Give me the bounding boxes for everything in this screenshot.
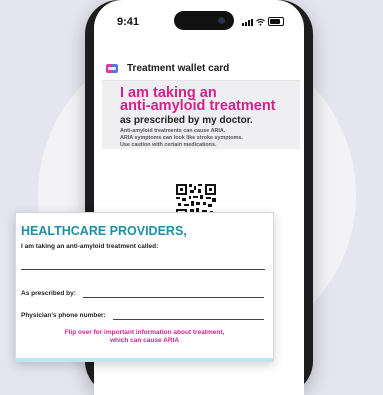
- aria-note: Anti-amyloid treatments can cause ARIA. …: [120, 128, 295, 149]
- dynamic-island: [174, 11, 234, 30]
- battery-icon: [268, 17, 284, 26]
- status-time: 9:41: [117, 16, 140, 28]
- wallet-card-title: Treatment wallet card: [127, 62, 230, 74]
- flip-notice: Flip over for important information abou…: [16, 329, 273, 345]
- prescribed-text: as prescribed by my doctor.: [120, 115, 253, 126]
- status-bar: 9:41: [94, 0, 304, 40]
- flip-notice-line-1: Flip over for important information abou…: [64, 329, 225, 336]
- wallet-card-panel: I am taking an anti-amyloid treatment as…: [102, 81, 300, 149]
- wallet-card-headline: I am taking an anti-amyloid treatment: [120, 86, 295, 114]
- headline-line-2: anti-amyloid treatment: [120, 98, 276, 114]
- provider-card-intro: I am taking an anti-amyloid treatment ca…: [21, 243, 159, 250]
- status-icons: [242, 17, 284, 26]
- note-line-3: Use caution with certain medications.: [120, 142, 217, 148]
- note-line-1: Anti-amyloid treatments can cause ARIA.: [120, 128, 226, 134]
- wifi-icon: [256, 18, 265, 26]
- prescribed-by-line: [83, 297, 264, 298]
- wallet-card-icon: [106, 63, 118, 73]
- flip-notice-line-2: which can cause ARIA: [109, 337, 180, 344]
- provider-card-title: HEALTHCARE PROVIDERS,: [21, 224, 187, 238]
- prescribed-by-label: As prescribed by:: [21, 290, 76, 297]
- camera-lens: [218, 17, 225, 24]
- phone-number-line: [113, 319, 264, 320]
- treatment-name-line: [21, 269, 265, 270]
- wallet-card-header: Treatment wallet card: [102, 56, 300, 81]
- phone-number-label: Physician’s phone number:: [21, 312, 106, 319]
- note-line-2: ARIA symptoms can look like stroke sympt…: [120, 135, 243, 141]
- healthcare-provider-card: HEALTHCARE PROVIDERS, I am taking an ant…: [15, 212, 274, 362]
- signal-icon: [242, 19, 253, 26]
